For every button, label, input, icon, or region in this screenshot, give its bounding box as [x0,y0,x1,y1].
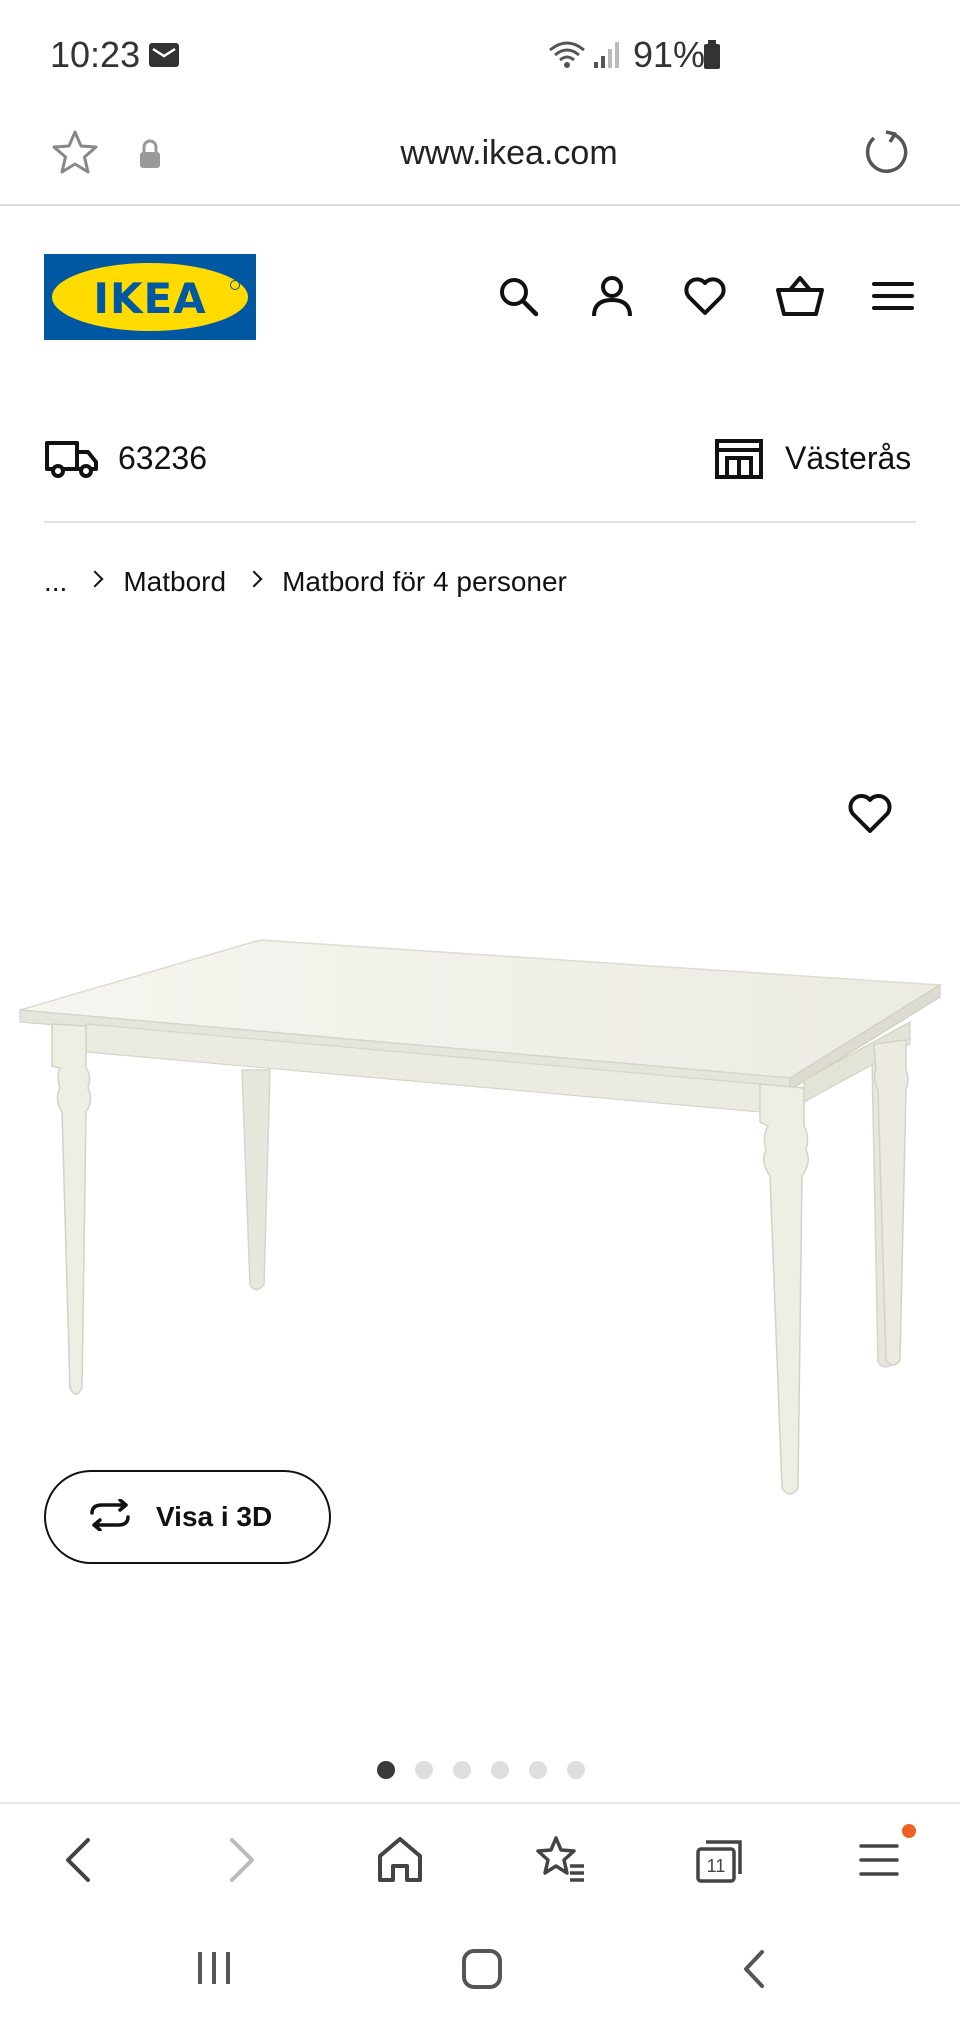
carousel-dots [377,1761,605,1779]
rotate-3d-icon [86,1497,134,1536]
logo-registered-mark [230,280,240,290]
carousel-dot[interactable] [567,1761,585,1779]
favorite-heart-icon[interactable] [846,790,894,841]
browser-toolbar: 11 [0,1802,960,1916]
carousel-dot[interactable] [491,1761,509,1779]
store-name[interactable]: Västerås [785,440,911,477]
browser-url-bar: www.ikea.com [0,110,960,206]
android-nav-bar [0,1916,960,2027]
battery-icon [703,40,721,75]
signal-icon [592,40,622,75]
account-icon[interactable] [590,274,634,323]
cart-icon[interactable] [776,274,824,323]
recents-icon[interactable] [194,1948,234,1993]
carousel-dot[interactable] [377,1761,395,1779]
menu-icon[interactable] [858,1834,900,1891]
view-3d-label: Visa i 3D [156,1501,273,1532]
wifi-icon [548,40,586,75]
chevron-right-icon [245,570,263,588]
hamburger-icon[interactable] [872,274,914,323]
home-button-icon[interactable] [460,1948,504,1995]
battery-percent: 91% [633,34,706,75]
ikea-logo[interactable]: IKEA [44,254,256,340]
breadcrumb-matbord[interactable]: Matbord [123,566,226,598]
bookmarks-icon[interactable] [534,1834,586,1891]
mail-icon [148,42,180,73]
breadcrumb: ... Matbord Matbord för 4 personer [44,562,567,602]
divider [44,521,916,523]
search-icon[interactable] [496,274,540,323]
status-time: 10:23 [50,34,141,75]
chevron-right-icon [86,570,104,588]
reload-icon[interactable] [862,128,910,181]
view-3d-button[interactable]: Visa i 3D [44,1470,331,1564]
truck-icon[interactable] [44,438,100,485]
back-nav-icon[interactable] [736,1948,772,1995]
breadcrumb-current[interactable]: Matbord för 4 personer [282,566,567,598]
tabs-icon[interactable]: 11 [694,1834,746,1891]
status-bar: 10:23 91% [0,0,960,110]
url-text[interactable]: www.ikea.com [0,134,960,173]
wishlist-icon[interactable] [683,274,727,323]
product-image[interactable] [0,900,960,1520]
tab-count: 11 [707,1856,726,1876]
postal-code[interactable]: 63236 [118,440,207,477]
back-icon[interactable] [58,1834,98,1891]
notification-dot [902,1824,916,1838]
store-icon[interactable] [714,438,764,485]
carousel-dot[interactable] [529,1761,547,1779]
carousel-dot[interactable] [415,1761,433,1779]
forward-icon[interactable] [222,1834,262,1891]
carousel-dot[interactable] [453,1761,471,1779]
home-icon[interactable] [376,1834,424,1891]
breadcrumb-ellipsis[interactable]: ... [44,566,67,598]
logo-text: IKEA [93,274,207,323]
